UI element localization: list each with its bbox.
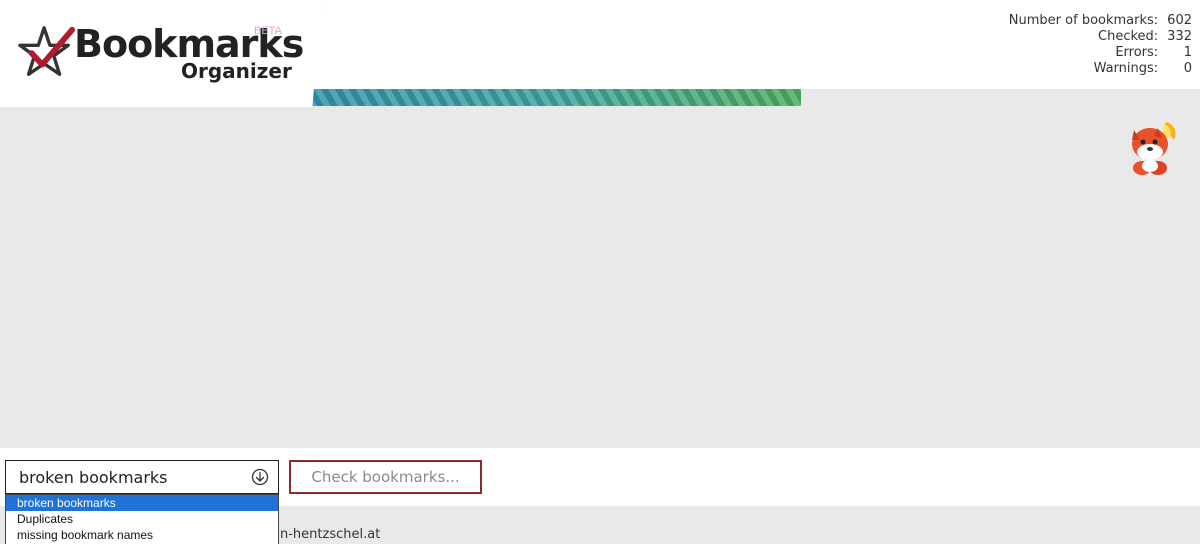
stat-label: Checked: [1098, 29, 1159, 44]
star-check-icon [18, 26, 76, 76]
dropdown-option-missing-names[interactable]: missing bookmark names [6, 527, 278, 543]
stat-value: 332 [1167, 29, 1192, 44]
dropdown-option-duplicates[interactable]: Duplicates [6, 511, 278, 527]
stats-panel: Number of bookmarks: 602 Checked: 332 Er… [1009, 13, 1192, 77]
filter-dropdown-list: broken bookmarks Duplicates missing book… [5, 494, 279, 544]
progress-bar [310, 89, 801, 106]
stat-row-total: Number of bookmarks: 602 [1009, 13, 1192, 29]
filter-select[interactable]: broken bookmarks [5, 460, 279, 494]
footer-link[interactable]: n-hentzschel.at [280, 527, 380, 542]
logo: Bookmarks BETA Organizer [0, 0, 322, 107]
stat-row-checked: Checked: 332 [1009, 29, 1192, 45]
stat-row-warnings: Warnings: 0 [1009, 61, 1192, 77]
stat-label: Warnings: [1093, 61, 1159, 76]
stat-value: 602 [1167, 13, 1192, 28]
stat-value: 0 [1183, 61, 1192, 76]
logo-subtitle: Organizer [181, 59, 292, 83]
circle-arrow-down-icon[interactable] [251, 468, 269, 486]
dropdown-option-broken[interactable]: broken bookmarks [6, 495, 278, 511]
fox-mascot-icon [1132, 122, 1176, 175]
filter-select-value: broken bookmarks [19, 468, 168, 487]
beta-badge: BETA [254, 25, 282, 37]
check-bookmarks-button[interactable]: Check bookmarks... [289, 460, 482, 494]
stat-row-errors: Errors: 1 [1009, 45, 1192, 61]
stat-label: Errors: [1115, 45, 1159, 60]
stat-label: Number of bookmarks: [1008, 13, 1159, 28]
stat-value: 1 [1183, 45, 1192, 60]
